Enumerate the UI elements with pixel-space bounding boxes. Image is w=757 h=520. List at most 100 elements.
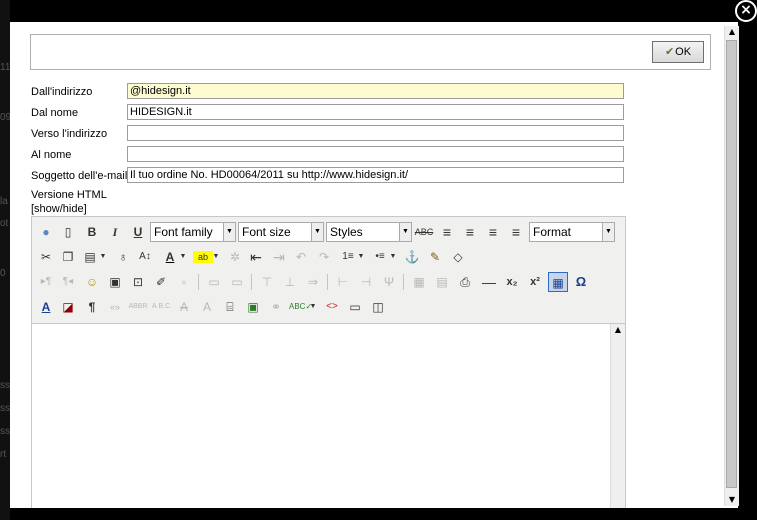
subject-field[interactable]: Il tuo ordine No. HD00064/2011 su http:/…: [127, 167, 624, 183]
spellcheck-icon[interactable]: ✲: [225, 247, 245, 267]
format-value: Format: [533, 225, 572, 239]
font-size-select[interactable]: Font size ▼: [238, 222, 324, 242]
redo-icon[interactable]: ↷: [314, 247, 334, 267]
editor-toolbar-row-2: ✂ ❐ ▤ ▼ ♁ A↕ A ▼ ab ▼ ✲ ⇤ ⇥ ↶ ↷ 1≡ ▼ •≡ …: [32, 244, 625, 268]
abbr-icon[interactable]: ABBR: [128, 297, 148, 317]
pilcrow-icon[interactable]: ¶: [82, 297, 102, 317]
indent-icon[interactable]: ⇥: [269, 247, 289, 267]
to-address-field[interactable]: [127, 125, 624, 141]
ins-icon[interactable]: A: [197, 297, 217, 317]
scroll-up-icon[interactable]: ▲: [611, 324, 625, 336]
paste-icon[interactable]: ▤: [80, 247, 100, 267]
undo-icon[interactable]: ↶: [291, 247, 311, 267]
align-center-icon[interactable]: ≡: [460, 222, 480, 242]
layer-props-icon[interactable]: ▭: [227, 272, 247, 292]
media-icon[interactable]: ▣: [105, 272, 125, 292]
to-name-field[interactable]: [127, 146, 624, 162]
bold-icon[interactable]: B: [82, 222, 102, 242]
split-cells-icon[interactable]: ▦: [409, 272, 429, 292]
scrollbar-thumb[interactable]: [726, 40, 737, 488]
cleanup-icon[interactable]: ✎: [425, 247, 445, 267]
superscript-icon[interactable]: x²: [525, 272, 545, 292]
numbered-list-dropdown-icon[interactable]: ▼: [356, 247, 366, 267]
acronym-icon[interactable]: A.B.C: [151, 297, 171, 317]
italic-icon[interactable]: I: [105, 222, 125, 242]
template-icon[interactable]: ◫: [368, 297, 388, 317]
align-right-icon[interactable]: ≡: [506, 222, 526, 242]
align-left-icon[interactable]: ≡: [483, 222, 503, 242]
new-document-icon[interactable]: ▯: [58, 222, 78, 242]
fullscreen-icon[interactable]: ▭: [345, 297, 365, 317]
bullet-list-dropdown-icon[interactable]: ▼: [388, 247, 398, 267]
dropdown-arrow-icon: ▼: [602, 223, 614, 241]
cite-icon[interactable]: «»: [105, 297, 125, 317]
styleprops-icon[interactable]: A: [36, 297, 56, 317]
font-family-select[interactable]: Font family ▼: [150, 222, 236, 242]
emotion-icon[interactable]: ☺: [82, 272, 102, 292]
delete-col-icon[interactable]: Ψ: [379, 272, 399, 292]
find-icon[interactable]: ♁: [113, 247, 133, 267]
highlight-color-icon[interactable]: ab: [193, 251, 213, 263]
strikethrough-icon[interactable]: ABC: [414, 222, 434, 242]
visual-chars-icon[interactable]: ◪: [58, 297, 78, 317]
cut-icon[interactable]: ✂: [36, 247, 56, 267]
insert-col-before-icon[interactable]: ⊢: [333, 272, 353, 292]
text-color-dropdown-icon[interactable]: ▼: [178, 247, 188, 267]
insert-row-after-icon[interactable]: ⊥: [280, 272, 300, 292]
underline-icon[interactable]: U: [128, 222, 148, 242]
spellchecker-icon[interactable]: ABC✓: [289, 297, 312, 317]
rtl-icon[interactable]: ¶◂: [58, 272, 78, 292]
insert-layer-icon[interactable]: ▭: [204, 272, 224, 292]
replace-icon[interactable]: A↕: [135, 247, 155, 267]
insert-col-after-icon[interactable]: ⊣: [356, 272, 376, 292]
from-address-field[interactable]: @hidesign.it: [127, 83, 624, 99]
print-icon[interactable]: ⎙: [455, 272, 475, 292]
numbered-list-icon[interactable]: 1≡: [338, 247, 358, 267]
preview-icon[interactable]: ⊡: [128, 272, 148, 292]
to-address-label: Verso l'indirizzo: [31, 128, 108, 140]
from-name-field[interactable]: HIDESIGN.it: [127, 104, 624, 120]
subscript-icon[interactable]: x₂: [502, 272, 522, 292]
delete-image-icon[interactable]: ▫: [174, 272, 194, 292]
close-icon[interactable]: ×: [735, 0, 757, 22]
dropdown-arrow-icon: ▼: [399, 223, 411, 241]
image-icon[interactable]: ▣: [243, 297, 263, 317]
insert-row-before-icon[interactable]: ⊤: [257, 272, 277, 292]
copy-icon[interactable]: ❐: [58, 247, 78, 267]
styles-select[interactable]: Styles ▼: [326, 222, 412, 242]
font-family-value: Font family: [154, 225, 213, 239]
merge-cells-icon[interactable]: ▤: [432, 272, 452, 292]
separator: [198, 274, 199, 290]
ok-button[interactable]: ✔OK: [652, 41, 704, 63]
editor-content-area[interactable]: ▲: [32, 323, 625, 508]
html-source-icon[interactable]: <>: [322, 297, 342, 317]
del-icon[interactable]: A: [174, 297, 194, 317]
spellchecker-dropdown-icon[interactable]: ▼: [308, 297, 318, 317]
show-hide-link[interactable]: [show/hide]: [31, 203, 87, 215]
highlight-dropdown-icon[interactable]: ▼: [211, 247, 221, 267]
text-color-icon[interactable]: A: [160, 247, 180, 267]
edit-image-icon[interactable]: ✐: [151, 272, 171, 292]
bullet-list-icon[interactable]: •≡: [370, 247, 390, 267]
scroll-down-icon[interactable]: ▼: [725, 494, 739, 506]
format-select[interactable]: Format ▼: [529, 222, 615, 242]
horizontal-rule-icon[interactable]: —: [479, 272, 499, 292]
styles-value: Styles: [330, 225, 363, 239]
outdent-icon[interactable]: ⇤: [246, 247, 266, 267]
check-icon: ✔: [664, 46, 675, 58]
help-icon[interactable]: ●: [36, 222, 56, 242]
editor-scrollbar[interactable]: ▲: [610, 324, 625, 508]
align-justify-icon[interactable]: ≡: [437, 222, 457, 242]
ltr-icon[interactable]: ▸¶: [36, 272, 56, 292]
anchor-icon[interactable]: ⚓: [402, 247, 422, 267]
delete-row-icon[interactable]: ⇒: [303, 272, 323, 292]
scroll-up-icon[interactable]: ▲: [725, 26, 739, 38]
dialog-scrollbar[interactable]: ▲ ▼: [724, 26, 739, 506]
eraser-icon[interactable]: ◇: [448, 247, 468, 267]
table-icon[interactable]: ▦: [548, 272, 568, 292]
attributes-icon[interactable]: ⌸: [220, 297, 240, 317]
from-name-label: Dal nome: [31, 107, 79, 119]
special-char-icon[interactable]: Ω: [571, 272, 591, 292]
link-icon[interactable]: ⚭: [266, 297, 286, 317]
paste-dropdown-icon[interactable]: ▼: [98, 247, 108, 267]
